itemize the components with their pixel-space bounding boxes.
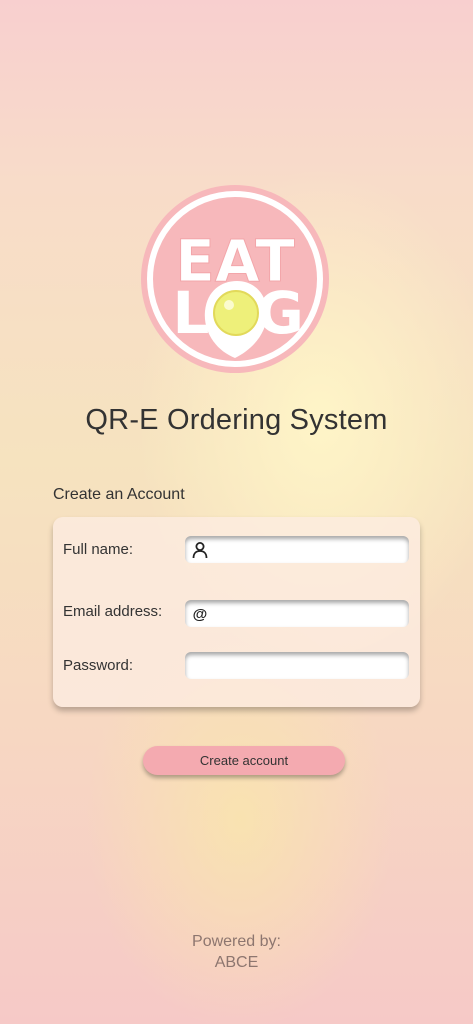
page-title: QR-E Ordering System	[85, 404, 388, 436]
at-icon: @	[192, 605, 208, 623]
powered-by-company: ABCE	[214, 954, 259, 971]
email-label: Email address:	[63, 603, 163, 620]
form-heading: Create an Account	[53, 486, 185, 503]
powered-by-label: Powered by:	[192, 933, 281, 950]
full-name-field[interactable]	[185, 536, 409, 563]
password-field[interactable]	[185, 652, 409, 679]
footer-powered-by: Powered by: ABCE	[0, 931, 473, 973]
logo-text-l: L	[173, 279, 210, 347]
eatlog-logo: EAT L G	[141, 185, 329, 373]
signup-card: Full name: Email address: @ Password:	[53, 517, 420, 707]
password-label: Password:	[63, 657, 134, 674]
logo-text-g: G	[256, 279, 304, 347]
create-account-button[interactable]: Create account	[143, 746, 345, 775]
person-icon	[191, 541, 209, 559]
full-name-label: Full name:	[63, 541, 134, 558]
email-field[interactable]: @	[185, 600, 409, 627]
